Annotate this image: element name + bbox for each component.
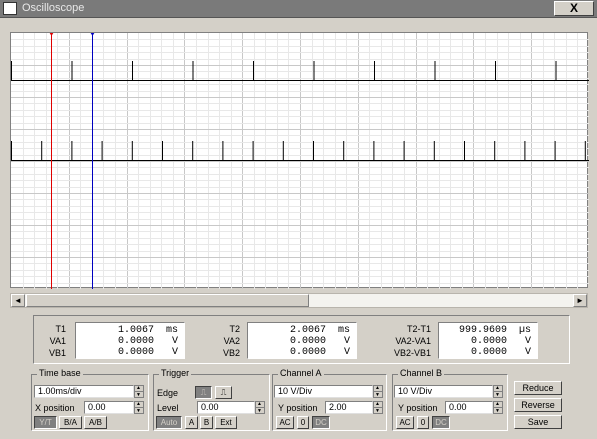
app-icon [3, 2, 17, 15]
vb2-value: 0.0000 V [289, 347, 350, 358]
va2-value: 0.0000 V [289, 336, 350, 347]
channel-b-group: Channel B 10 V/Div ▲ ▼ Y position 0.00 ▲ ▼… [392, 368, 508, 431]
falling-edge-icon[interactable]: ⎍ [215, 386, 232, 399]
channel-b-ypos-field[interactable]: 0.00 [445, 401, 493, 414]
dvb-label: VB2-VB1 [393, 348, 431, 358]
cursor1-readout: 1.0067 ms 0.0000 V 0.0000 V [75, 322, 185, 359]
channel-a-ac-button[interactable]: AC [276, 416, 294, 429]
channel-b-ypos-spinner[interactable]: ▲ ▼ [493, 401, 503, 414]
cursor-2-marker-icon [90, 33, 95, 36]
cursor-readouts: T1 VA1 VB1 1.0067 ms 0.0000 V 0.0000 V T… [33, 315, 570, 364]
timebase-title: Time base [37, 368, 83, 378]
delta-readout: 999.9609 µs 0.0000 V 0.0000 V [438, 322, 538, 359]
channel-a-scale-spinner[interactable]: ▲ ▼ [373, 385, 383, 398]
t1-label: T1 [55, 324, 66, 334]
channel-b-ac-button[interactable]: AC [396, 416, 414, 429]
channel-b-zero-button[interactable]: 0 [417, 416, 429, 429]
dt-label: T2-T1 [406, 324, 431, 334]
trigger-level-spinner[interactable]: ▲ ▼ [255, 401, 265, 414]
rising-edge-icon[interactable]: ⎍ [195, 386, 212, 399]
channel-a-scale-field[interactable]: 10 V/Div [274, 385, 373, 398]
vb1-value: 0.0000 V [117, 347, 178, 358]
xpos-label: X position [35, 403, 75, 413]
cursor-1-marker-icon [49, 33, 54, 36]
timebase-spinner[interactable]: ▲ ▼ [134, 385, 144, 398]
channel-a-ypos-label: Y position [278, 403, 318, 413]
dva-value: 0.0000 V [470, 336, 531, 347]
trigger-a-button[interactable]: A [185, 416, 198, 429]
channel-a-group: Channel A 10 V/Div ▲ ▼ Y position 2.00 ▲ ▼… [272, 368, 387, 431]
trigger-title: Trigger [159, 368, 192, 378]
level-label: Level [157, 403, 179, 413]
channel-b-scale-spinner[interactable]: ▲ ▼ [493, 385, 503, 398]
channel-a-title: Channel A [278, 368, 324, 378]
timebase-scale-field[interactable]: 1.00ms/div [34, 385, 134, 398]
scroll-thumb[interactable] [26, 294, 309, 307]
channel-a-dc-button[interactable]: DC [312, 416, 330, 429]
t2-label: T2 [229, 324, 240, 334]
close-button[interactable]: X [554, 1, 594, 16]
reverse-button[interactable]: Reverse [514, 398, 562, 412]
save-button[interactable]: Save [514, 415, 562, 429]
waveform-display [11, 33, 589, 289]
ab-mode-button[interactable]: A/B [84, 416, 107, 429]
xpos-spinner[interactable]: ▲ ▼ [134, 401, 144, 414]
scroll-right-arrow-icon[interactable]: ► [573, 294, 587, 307]
channel-a-ypos-field[interactable]: 2.00 [325, 401, 373, 414]
channel-b-title: Channel B [398, 368, 445, 378]
edge-label: Edge [157, 388, 179, 398]
window-title: Oscilloscope [22, 2, 85, 14]
xpos-field[interactable]: 0.00 [84, 401, 134, 414]
channel-b-ypos-label: Y position [398, 403, 438, 413]
vb2-label: VB2 [222, 348, 240, 358]
channel-b-dc-button[interactable]: DC [432, 416, 450, 429]
title-bar: Oscilloscope X [0, 0, 597, 18]
oscilloscope-screen[interactable] [10, 32, 589, 289]
channel-a-zero-button[interactable]: 0 [297, 416, 309, 429]
horizontal-scrollbar[interactable]: ◄ ► [10, 293, 588, 308]
dt-value: 999.9609 µs [458, 325, 531, 336]
trigger-ext-button[interactable]: Ext [215, 416, 237, 429]
va1-value: 0.0000 V [117, 336, 178, 347]
t1-value: 1.0067 ms [117, 325, 178, 336]
trigger-b-button[interactable]: B [200, 416, 213, 429]
cursor2-readout: 2.0067 ms 0.0000 V 0.0000 V [247, 322, 357, 359]
scroll-left-arrow-icon[interactable]: ◄ [11, 294, 25, 307]
reduce-button[interactable]: Reduce [514, 381, 562, 395]
dva-label: VA2-VA1 [395, 336, 431, 346]
channel-a-ypos-spinner[interactable]: ▲ ▼ [373, 401, 383, 414]
trigger-level-field[interactable]: 0.00 [197, 401, 255, 414]
channel-b-scale-field[interactable]: 10 V/Div [394, 385, 493, 398]
yt-mode-button[interactable]: Y/T [34, 416, 57, 429]
ba-mode-button[interactable]: B/A [59, 416, 82, 429]
t2-value: 2.0067 ms [289, 325, 350, 336]
vb1-label: VB1 [48, 348, 66, 358]
va1-label: VA1 [49, 336, 66, 346]
dvb-value: 0.0000 V [470, 347, 531, 358]
trigger-group: Trigger Edge ⎍ ⎍ Level 0.00 ▲ ▼ Auto A B … [153, 368, 270, 431]
va2-label: VA2 [223, 336, 240, 346]
timebase-group: Time base 1.00ms/div ▲ ▼ X position 0.00 … [31, 368, 149, 431]
trigger-auto-button[interactable]: Auto [156, 416, 182, 429]
